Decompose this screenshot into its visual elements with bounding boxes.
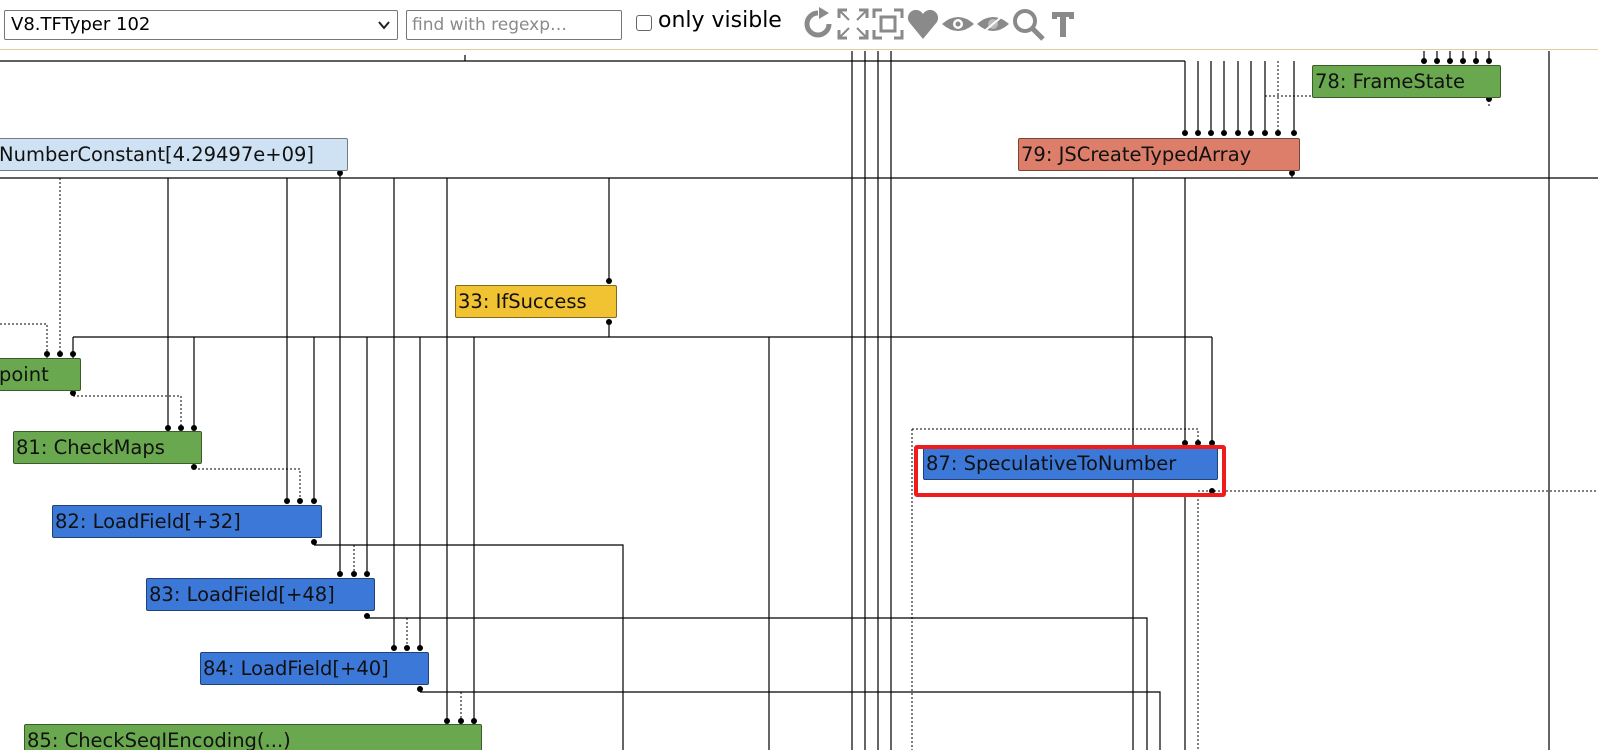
graph-node-82[interactable]: 82: LoadField[+32] bbox=[52, 505, 322, 538]
graph-node-81[interactable]: 81: CheckMaps bbox=[13, 431, 202, 464]
toggle-hide-dead-icon[interactable] bbox=[870, 6, 906, 42]
node-label: 79: JSCreateTypedArray bbox=[1021, 143, 1252, 166]
node-label: 85: CheckSeqIEncoding(...) bbox=[27, 729, 291, 750]
node-label: point bbox=[0, 363, 49, 386]
graph-node-checkpoint[interactable]: point bbox=[0, 358, 81, 391]
layout-icon[interactable] bbox=[800, 6, 836, 42]
node-label: 84: LoadField[+40] bbox=[203, 657, 389, 680]
chevron-down-icon bbox=[378, 21, 390, 30]
toggle-types-text-icon[interactable] bbox=[1045, 6, 1081, 42]
hide-selected-icon[interactable] bbox=[940, 6, 976, 42]
graph-node-84[interactable]: 84: LoadField[+40] bbox=[200, 652, 429, 685]
graph-node-33[interactable]: 33: IfSuccess bbox=[455, 285, 617, 318]
selection-highlight bbox=[914, 445, 1226, 497]
graph-canvas[interactable]: 78: FrameState 79: JSCreateTypedArray Nu… bbox=[0, 51, 1598, 750]
phase-select[interactable]: V8.TFTyper 102 bbox=[4, 10, 398, 40]
graph-node-number-constant[interactable]: NumberConstant[4.29497e+09] bbox=[0, 138, 348, 171]
zoom-selection-icon[interactable] bbox=[1010, 6, 1046, 42]
toolbar: V8.TFTyper 102 only visible bbox=[0, 0, 1598, 50]
node-label: 81: CheckMaps bbox=[16, 436, 165, 459]
node-label: 33: IfSuccess bbox=[458, 290, 587, 313]
search-input[interactable] bbox=[406, 10, 622, 40]
node-label: NumberConstant[4.29497e+09] bbox=[0, 143, 314, 166]
only-visible-checkbox[interactable] bbox=[636, 15, 652, 31]
graph-node-78[interactable]: 78: FrameState bbox=[1312, 65, 1501, 98]
node-label: 78: FrameState bbox=[1315, 70, 1465, 93]
toggle-types-icon[interactable] bbox=[905, 6, 941, 42]
graph-node-85[interactable]: 85: CheckSeqIEncoding(...) bbox=[24, 724, 482, 750]
hide-unselected-icon[interactable] bbox=[975, 6, 1011, 42]
only-visible-label: only visible bbox=[658, 8, 782, 33]
phase-select-value: V8.TFTyper 102 bbox=[11, 14, 151, 35]
graph-node-79[interactable]: 79: JSCreateTypedArray bbox=[1018, 138, 1300, 171]
graph-node-83[interactable]: 83: LoadField[+48] bbox=[146, 578, 375, 611]
node-label: 82: LoadField[+32] bbox=[55, 510, 241, 533]
node-label: 83: LoadField[+48] bbox=[149, 583, 335, 606]
show-all-icon[interactable] bbox=[835, 6, 871, 42]
